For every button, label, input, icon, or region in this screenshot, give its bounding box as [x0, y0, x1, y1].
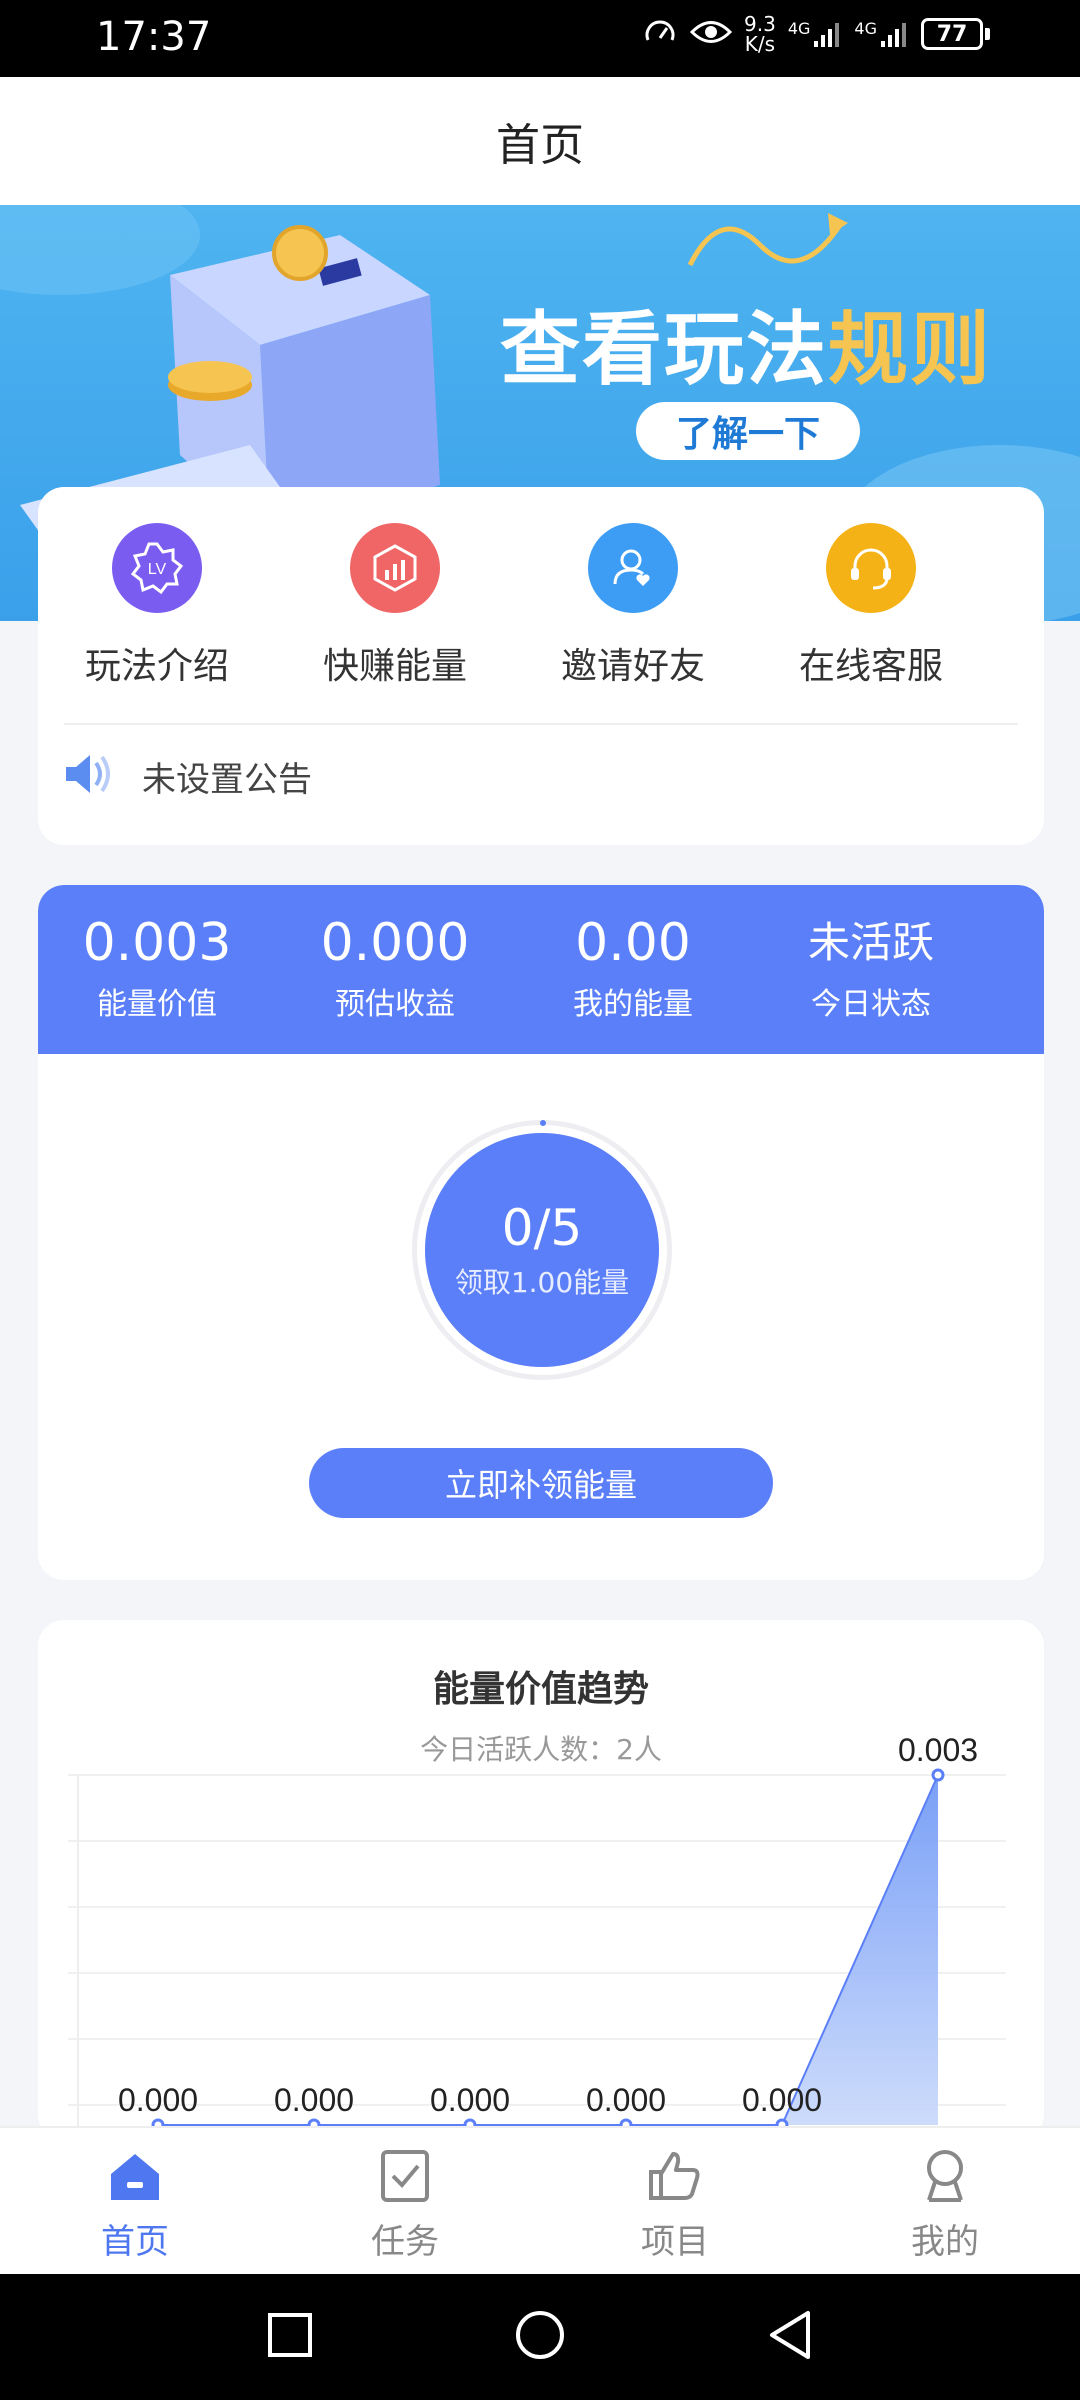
stats-bar: 0.003 能量价值 0.000 预估收益 0.00 我的能量 未活跃 今日状态 — [38, 885, 1044, 1054]
menu-item-label: 玩法介绍 — [84, 646, 229, 687]
menu-item-label: 邀请好友 — [560, 646, 705, 687]
home-nav-icon[interactable] — [514, 2309, 566, 2365]
page-header: 首页 — [0, 77, 1080, 205]
banner-title-highlight: 规则 — [828, 303, 992, 396]
chart-hexagon-icon — [350, 523, 440, 613]
quick-menu: LV 玩法介绍 快赚能量 邀请好友 在线客服 — [38, 523, 1044, 689]
status-icons: 9.3 K/s 4G 4G 77 — [642, 14, 990, 54]
speedometer-icon — [642, 14, 678, 54]
stat-label: 预估收益 — [335, 987, 455, 1022]
banner-title-main: 查看玩法 — [500, 303, 828, 396]
notice-text: 未设置公告 — [142, 759, 312, 800]
learn-more-button[interactable]: 了解一下 — [636, 402, 860, 460]
tab-label: 项目 — [641, 2222, 709, 2262]
speaker-icon — [62, 749, 118, 803]
quick-menu-card: LV 玩法介绍 快赚能量 邀请好友 在线客服 未设置公告 — [38, 487, 1044, 845]
menu-item-label: 在线客服 — [798, 646, 943, 687]
reclaim-energy-button[interactable]: 立即补领能量 — [309, 1448, 773, 1518]
menu-item-invite-friends[interactable]: 邀请好友 — [514, 523, 752, 689]
menu-item-rules-intro[interactable]: LV 玩法介绍 — [38, 523, 276, 689]
lv-badge-icon: LV — [112, 523, 202, 613]
signal-label: 4G — [787, 19, 811, 38]
tab-mine[interactable]: 我的 — [810, 2128, 1080, 2274]
thumbs-up-icon — [645, 2148, 705, 2208]
svg-text:LV: LV — [148, 561, 167, 578]
battery-level: 77 — [921, 18, 983, 50]
notice-bar[interactable]: 未设置公告 — [62, 749, 312, 803]
app-screen: 17:37 9.3 K/s 4G 4G 77 首页 查看玩法规则 了解一下 LV… — [0, 0, 1080, 2400]
stat-value: 0.000 — [320, 913, 470, 973]
stat-value: 0.003 — [82, 913, 232, 973]
energy-card: 0.003 能量价值 0.000 预估收益 0.00 我的能量 未活跃 今日状态… — [38, 885, 1044, 1580]
menu-item-label: 快赚能量 — [322, 646, 467, 687]
banner-title: 查看玩法规则 — [500, 285, 992, 401]
stat-value: 0.00 — [575, 913, 691, 973]
trend-card: 能量价值趋势 今日活跃人数：2人 0.000 0.000 0.000 0.000 0.0… — [38, 1620, 1044, 2140]
task-check-icon — [375, 2148, 435, 2208]
page-title: 首页 — [496, 120, 584, 171]
stat-label: 能量价值 — [97, 987, 217, 1022]
data-label: 0.000 — [274, 2082, 354, 2118]
battery-icon: 77 — [921, 18, 990, 50]
home-icon — [105, 2148, 165, 2208]
tab-tasks[interactable]: 任务 — [270, 2128, 540, 2274]
tab-label: 我的 — [911, 2222, 979, 2262]
recent-apps-icon[interactable] — [266, 2311, 314, 2363]
series-area — [158, 1775, 938, 2125]
stat-label: 今日状态 — [811, 987, 931, 1022]
data-label: 0.000 — [586, 2082, 666, 2118]
progress-ring[interactable]: 0/5 领取1.00能量 — [412, 1120, 672, 1380]
tab-label: 首页 — [101, 2222, 169, 2262]
net-speed-unit: K/s — [744, 32, 776, 56]
status-bar: 17:37 9.3 K/s 4G 4G 77 — [0, 0, 1080, 77]
data-label: 0.000 — [118, 2082, 198, 2118]
bottom-tab-bar: 首页 任务 项目 我的 — [0, 2126, 1080, 2274]
headset-icon — [826, 523, 916, 613]
status-time: 17:37 — [96, 14, 212, 60]
user-icon — [915, 2148, 975, 2208]
divider — [64, 723, 1018, 725]
tab-label: 任务 — [371, 2222, 439, 2262]
trend-chart: 0.000 0.000 0.000 0.000 0.000 0.003 — [68, 1732, 1006, 2140]
data-label: 0.000 — [742, 2082, 822, 2118]
system-nav-bar — [0, 2274, 1080, 2400]
signal-icon-2: 4G — [854, 19, 909, 49]
stat-my-energy: 0.00 我的能量 — [514, 885, 752, 1054]
stat-label: 我的能量 — [573, 987, 693, 1022]
tab-home[interactable]: 首页 — [0, 2128, 270, 2274]
stat-today-status: 未活跃 今日状态 — [752, 885, 990, 1054]
stat-estimated-income: 0.000 预估收益 — [276, 885, 514, 1054]
menu-item-quick-earn[interactable]: 快赚能量 — [276, 523, 514, 689]
data-label: 0.003 — [898, 1732, 978, 1768]
data-point — [931, 1768, 945, 1782]
signal-icon: 4G — [788, 19, 843, 49]
signal-label-2: 4G — [854, 19, 877, 38]
data-label: 0.000 — [430, 2082, 510, 2118]
invite-user-icon — [588, 523, 678, 613]
back-icon[interactable] — [766, 2309, 814, 2365]
tab-projects[interactable]: 项目 — [540, 2128, 810, 2274]
net-speed: 9.3 K/s — [744, 14, 776, 54]
claim-circle[interactable]: 0/5 领取1.00能量 — [425, 1133, 659, 1367]
net-speed-value: 9.3 — [744, 12, 776, 36]
eye-icon — [689, 17, 733, 51]
stat-value: 未活跃 — [807, 918, 934, 967]
claim-progress: 0/5 — [501, 1199, 583, 1257]
menu-item-customer-service[interactable]: 在线客服 — [752, 523, 990, 689]
stat-energy-value: 0.003 能量价值 — [38, 885, 276, 1054]
claim-reward-text: 领取1.00能量 — [454, 1266, 630, 1299]
